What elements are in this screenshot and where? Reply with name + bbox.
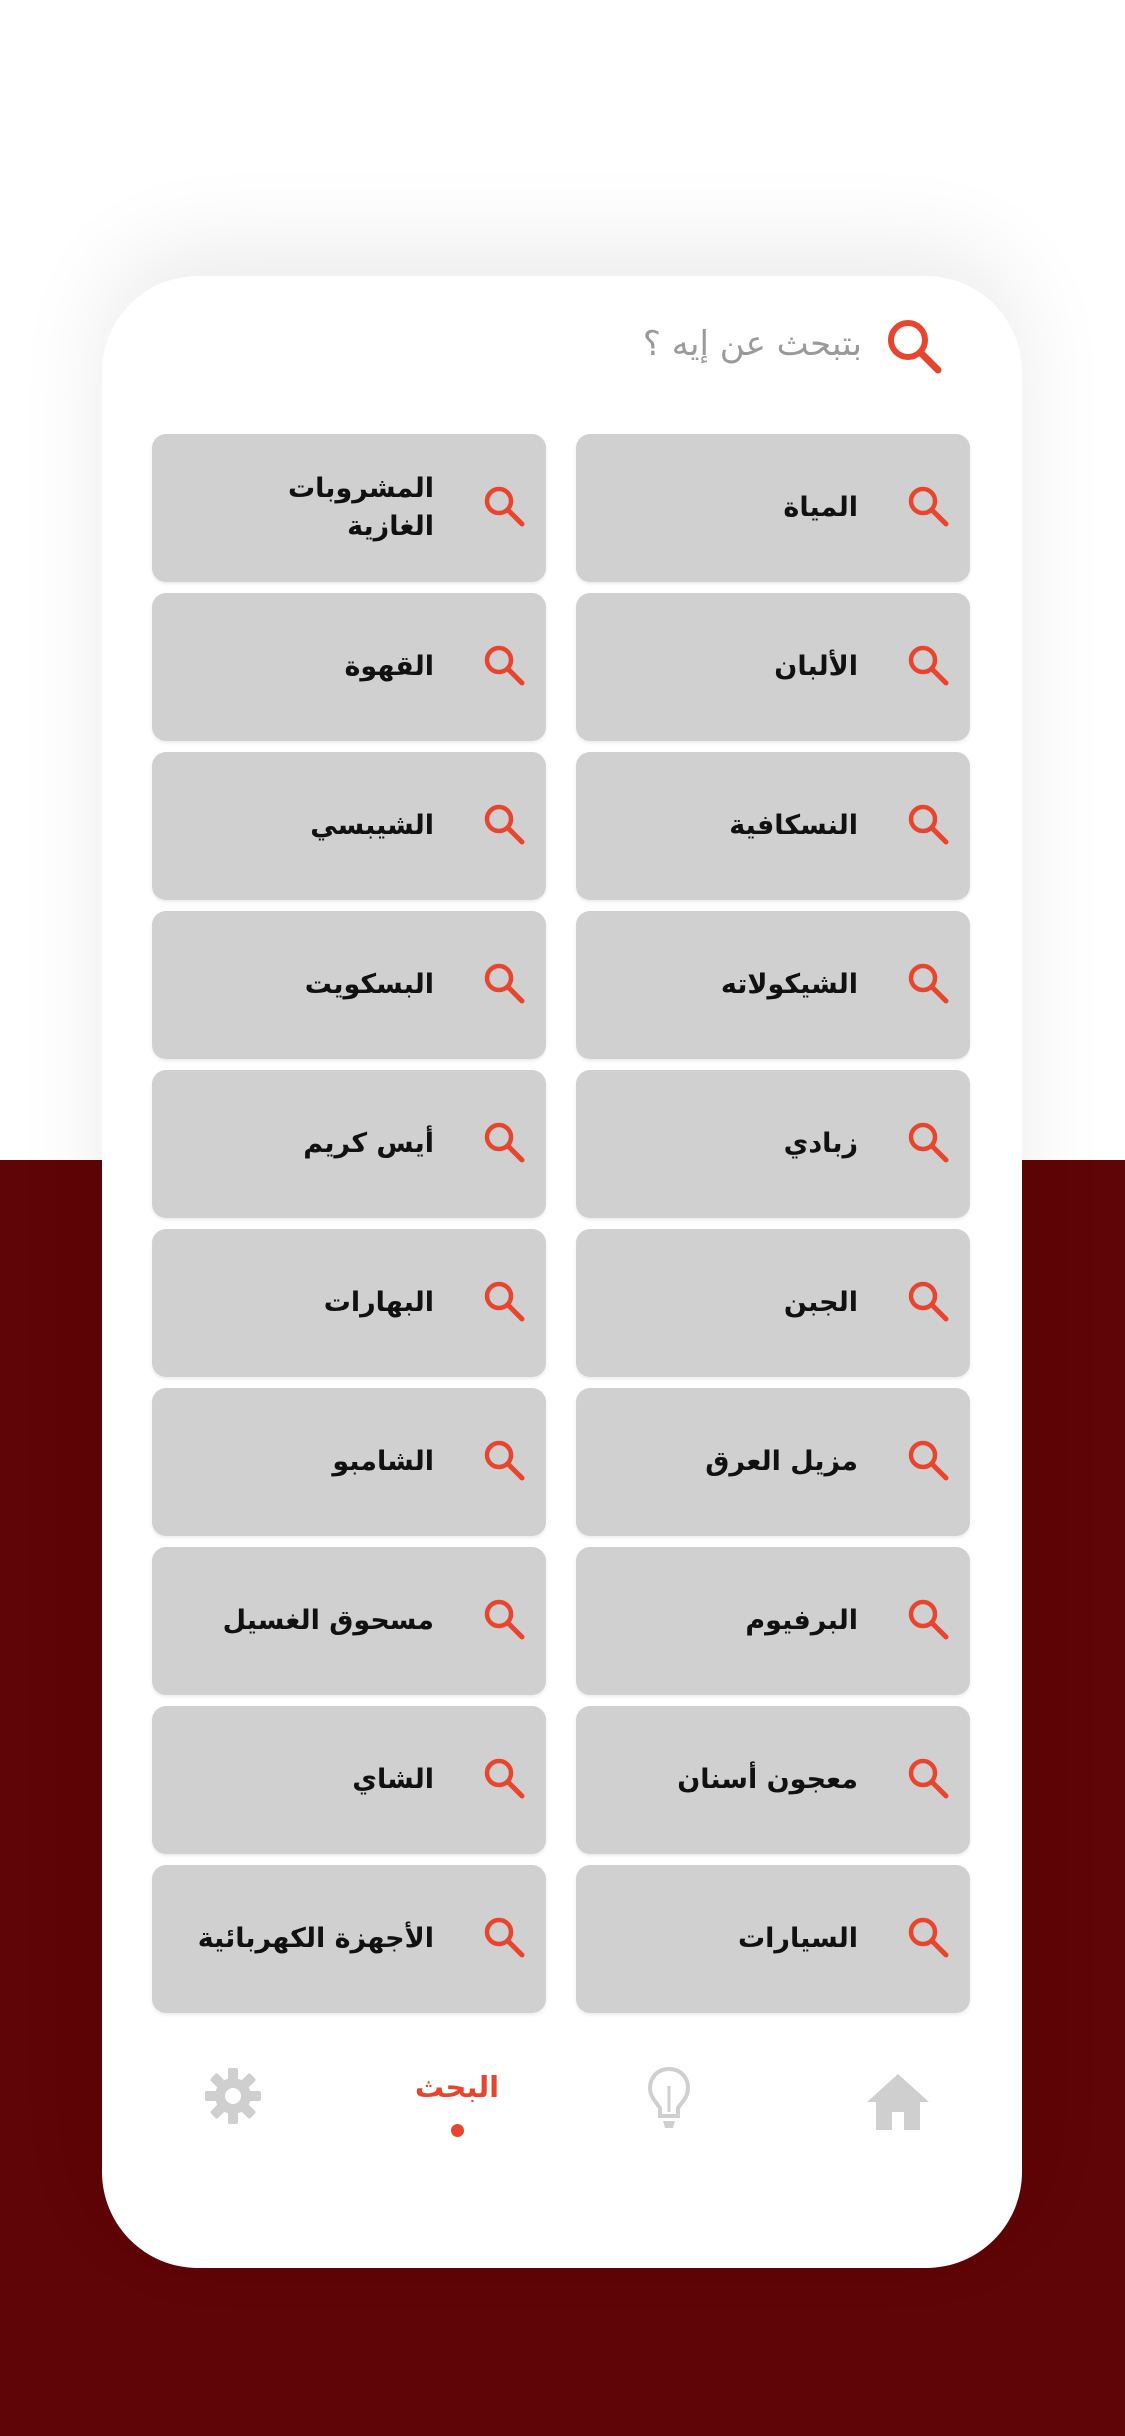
- nav-home[interactable]: [865, 2072, 931, 2136]
- search-icon: [908, 1440, 949, 1481]
- category-label: زبادي: [783, 1128, 858, 1159]
- category-tile[interactable]: البهارات: [152, 1229, 546, 1377]
- category-tile[interactable]: المشروبات الغازية: [152, 434, 546, 582]
- search-icon: [908, 1122, 949, 1163]
- category-tile[interactable]: الشامبو: [152, 1388, 546, 1536]
- category-tile[interactable]: معجون أسنان: [576, 1706, 970, 1854]
- search-icon: [484, 1758, 525, 1799]
- search-icon: [908, 1917, 949, 1958]
- search-icon: [908, 1281, 949, 1322]
- bottom-nav: البحث: [102, 2064, 1022, 2184]
- search-bar[interactable]: بتبحث عن إيه ؟: [102, 316, 1022, 416]
- category-label: القهوة: [344, 651, 434, 682]
- category-tile[interactable]: الجبن: [576, 1229, 970, 1377]
- category-label: أيس كريم: [303, 1128, 434, 1159]
- category-label: الشيبسي: [310, 810, 434, 841]
- search-icon: [908, 1758, 949, 1799]
- category-label: مزيل العرق: [705, 1446, 858, 1477]
- category-label: الجبن: [783, 1287, 858, 1318]
- app-card: بتبحث عن إيه ؟ المشروبات الغازية المياة …: [102, 276, 1022, 2268]
- lightbulb-icon: [647, 2066, 691, 2128]
- category-tile[interactable]: الشيبسي: [152, 752, 546, 900]
- category-tile[interactable]: البسكويت: [152, 911, 546, 1059]
- category-tile[interactable]: الأجهزة الكهربائية: [152, 1865, 546, 2013]
- search-icon: [484, 1440, 525, 1481]
- category-tile[interactable]: الشاي: [152, 1706, 546, 1854]
- category-tile[interactable]: السيارات: [576, 1865, 970, 2013]
- category-label: السيارات: [738, 1923, 858, 1954]
- category-tile[interactable]: الشيكولاته: [576, 911, 970, 1059]
- category-label: الشامبو: [332, 1446, 434, 1477]
- search-icon: [908, 804, 949, 845]
- category-tile[interactable]: مسحوق الغسيل: [152, 1547, 546, 1695]
- nav-search[interactable]: البحث: [402, 2070, 512, 2137]
- gear-icon: [205, 2068, 261, 2124]
- active-indicator: [450, 2124, 464, 2137]
- category-label: مسحوق الغسيل: [222, 1605, 434, 1636]
- search-icon: [484, 486, 525, 527]
- category-label: الألبان: [774, 651, 858, 682]
- category-tile[interactable]: الألبان: [576, 593, 970, 741]
- category-tile[interactable]: البرفيوم: [576, 1547, 970, 1695]
- category-label: النسكافية: [729, 810, 858, 841]
- category-tile[interactable]: زبادي: [576, 1070, 970, 1218]
- category-tile[interactable]: أيس كريم: [152, 1070, 546, 1218]
- category-label: البهارات: [323, 1287, 434, 1318]
- category-grid: المشروبات الغازية المياة القهوة الألبان …: [152, 434, 972, 2013]
- search-input[interactable]: بتبحث عن إيه ؟: [643, 324, 862, 364]
- search-icon: [484, 963, 525, 1004]
- category-label: الشاي: [352, 1764, 434, 1795]
- category-label: المشروبات الغازية: [288, 473, 434, 542]
- search-icon: [484, 1122, 525, 1163]
- search-icon: [484, 804, 525, 845]
- home-icon: [867, 2074, 929, 2130]
- search-icon: [484, 1281, 525, 1322]
- search-icon: [908, 486, 949, 527]
- category-label: المياة: [783, 492, 858, 523]
- category-label: الشيكولاته: [720, 969, 858, 1000]
- search-icon: [908, 1599, 949, 1640]
- nav-search-label: البحث: [414, 2070, 500, 2104]
- search-icon: [484, 1599, 525, 1640]
- category-label: البسكويت: [304, 969, 434, 1000]
- category-label: معجون أسنان: [677, 1764, 858, 1795]
- search-icon: [484, 1917, 525, 1958]
- search-icon: [908, 645, 949, 686]
- search-icon: [484, 645, 525, 686]
- nav-ideas[interactable]: [647, 2066, 691, 2136]
- category-tile[interactable]: القهوة: [152, 593, 546, 741]
- search-icon[interactable]: [884, 316, 944, 376]
- category-tile[interactable]: المياة: [576, 434, 970, 582]
- category-label: الأجهزة الكهربائية: [197, 1923, 434, 1954]
- category-tile[interactable]: النسكافية: [576, 752, 970, 900]
- category-label: البرفيوم: [745, 1605, 858, 1636]
- nav-settings[interactable]: [203, 2066, 263, 2130]
- category-tile[interactable]: مزيل العرق: [576, 1388, 970, 1536]
- search-icon: [908, 963, 949, 1004]
